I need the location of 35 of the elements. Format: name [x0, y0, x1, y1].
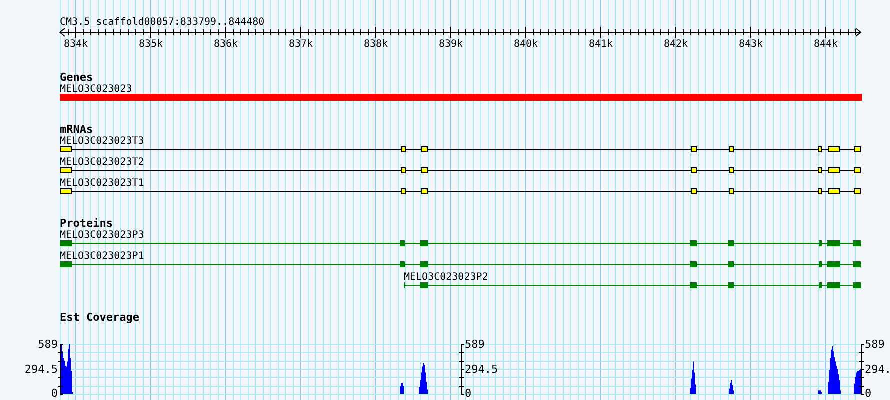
tick-label: 839k	[438, 39, 464, 50]
tick-label: 837k	[288, 39, 314, 50]
tick-label: 840k	[514, 39, 538, 50]
tick-label: 842k	[664, 39, 688, 50]
track-title: mRNAs	[60, 123, 94, 136]
tick-label: 844k	[814, 39, 838, 50]
coverage-axis	[58, 344, 64, 395]
axis-label: 294.	[865, 363, 890, 376]
axis-label: 0	[465, 387, 472, 400]
axis-label: 589	[465, 338, 485, 351]
axis-label: 294.5	[465, 363, 498, 376]
tick-label: 843k	[738, 39, 764, 50]
tick-label: 836k	[214, 39, 238, 50]
tick-label: 835k	[138, 39, 164, 50]
protein-name: MELO3C023023P3	[60, 230, 144, 241]
tick-label: 838k	[364, 39, 388, 50]
protein-name: MELO3C023023P1	[60, 251, 144, 262]
mrna-name: MELO3C023023T2	[60, 157, 144, 168]
tick-label: 834k	[64, 39, 88, 50]
mrna-name: MELO3C023023T3	[60, 136, 144, 147]
axis-label: 0	[865, 387, 872, 400]
protein-name: MELO3C023023P2	[404, 272, 488, 283]
coverage-axis	[858, 344, 864, 395]
gene-name: MELO3C023023	[60, 84, 132, 95]
track-title: Est Coverage	[60, 311, 140, 324]
region-title: CM3.5_scaffold00057:833799..844480	[60, 17, 265, 28]
axis-label: 294.5	[24, 363, 58, 376]
axis-label: 589	[38, 338, 58, 351]
coverage-axis	[458, 344, 464, 395]
axis-label: 0	[51, 387, 58, 400]
axis-label: 589	[865, 338, 885, 351]
track-title: Proteins	[60, 217, 113, 230]
mrna-name: MELO3C023023T1	[60, 178, 144, 189]
track-title: Genes	[60, 71, 94, 84]
tick-label: 841k	[588, 39, 614, 50]
